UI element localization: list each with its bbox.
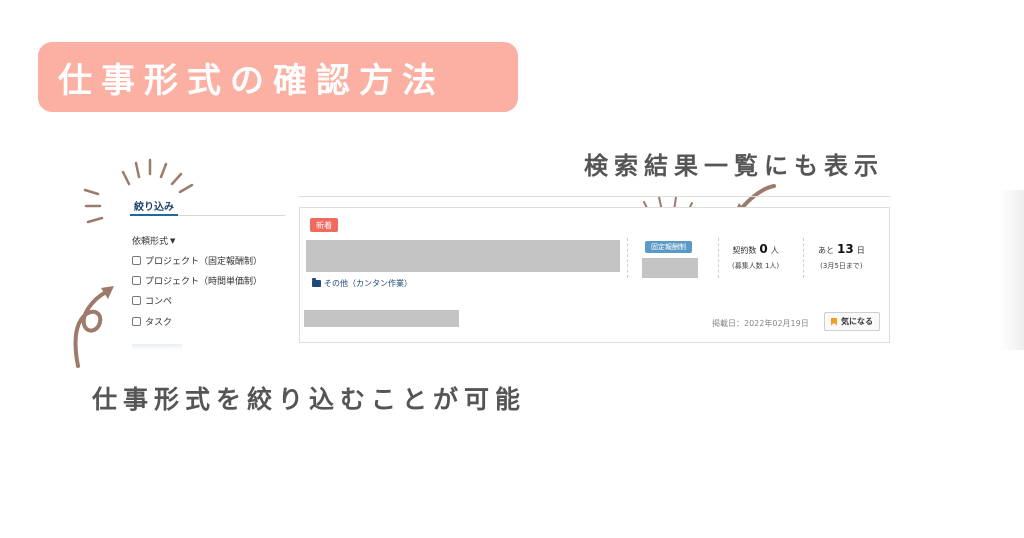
accent-rays-filter-icon [83,158,194,224]
favorite-label: 気になる [841,317,873,326]
filter-group-job-type[interactable]: 依頼形式 ▼ [132,234,176,248]
checkbox-icon[interactable] [132,256,141,265]
job-title-redacted[interactable] [306,240,620,272]
checkbox-icon[interactable] [132,276,141,285]
contracts-stat: 契約数 0 人 (募集人数 1人) [732,242,779,271]
filter-option-competition[interactable]: コンペ [132,294,172,307]
price-redacted [642,258,698,278]
remaining-days: 13 [837,242,854,256]
remaining-prefix: あと [818,246,834,255]
filter-tab[interactable]: 絞り込み [134,198,174,213]
annotation-filter: 仕事形式を絞り込むことが可能 [92,385,527,414]
filter-option-hourly[interactable]: プロジェクト（時間単価制） [132,274,262,287]
new-badge: 新着 [310,218,338,232]
list-top-divider [298,196,890,197]
filter-cut-off [132,344,182,350]
column-divider [803,238,804,278]
filter-option-task[interactable]: タスク [132,315,172,328]
pay-type-badge: 固定報酬制 [645,241,692,253]
job-category-link[interactable]: その他（カンタン作業） [312,278,412,289]
recruit-note: (募集人数 1人) [732,262,780,270]
arrow-to-filter-icon [73,286,114,368]
page-title: 仕事形式の確認方法 [58,60,445,101]
filter-option-label: プロジェクト（固定報酬制） [145,257,263,267]
column-divider [627,238,628,278]
filter-group-label: 依頼形式 [132,237,169,247]
caret-down-icon: ▼ [170,236,176,245]
title-banner: 仕事形式の確認方法 [38,42,518,112]
posted-date: 掲載日：2022年02月19日 [712,319,809,328]
checkbox-icon[interactable] [132,296,141,305]
client-redacted[interactable] [304,310,459,327]
job-card[interactable]: 新着 その他（カンタン作業） 固定報酬制 契約数 0 人 (募集人数 1人) あと 1… [299,207,890,343]
checkbox-icon[interactable] [132,317,141,326]
filter-tab-underline [130,214,178,216]
job-category-label: その他（カンタン作業） [324,279,412,288]
filter-option-fixed[interactable]: プロジェクト（固定報酬制） [132,254,262,267]
contracts-count: 0 [759,242,768,256]
edge-shadow [1000,190,1024,350]
filter-option-label: コンペ [145,297,173,307]
remaining-stat: あと 13 日 (3月5日まで) [818,242,865,271]
annotation-search-results: 検索結果一覧にも表示 [584,152,884,180]
bookmark-icon [831,317,837,326]
folder-icon [312,278,321,287]
filter-option-label: プロジェクト（時間単価制） [145,277,263,287]
contracts-label: 契約数 [732,246,757,255]
column-divider [718,238,719,278]
deadline-note: (3月5日まで) [820,262,863,270]
contracts-unit: 人 [770,246,779,255]
remaining-unit: 日 [856,246,865,255]
filter-option-label: タスク [145,318,173,328]
favorite-button[interactable]: 気になる [824,312,880,331]
